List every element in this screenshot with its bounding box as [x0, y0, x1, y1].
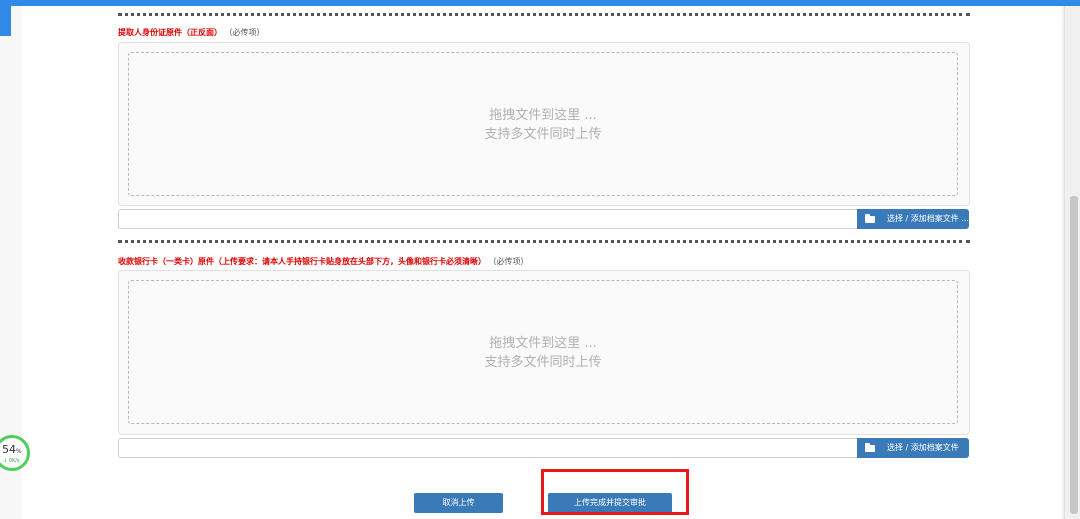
- app-window: 提取人身份证原件（正反面） （必传项） 拖拽文件到这里 ... 支持多文件同时上…: [0, 0, 1080, 519]
- drop-hint-line: 拖拽文件到这里 ...: [489, 108, 597, 123]
- id-card-file-row: 选择 / 添加档案文件 ...: [118, 209, 970, 229]
- id-card-file-input[interactable]: [118, 209, 857, 229]
- speed-rate: ↓ 0K/s: [3, 458, 20, 464]
- folder-open-icon: [865, 443, 875, 452]
- left-tab-marker[interactable]: [0, 6, 11, 36]
- id-card-drop-hint: 拖拽文件到这里 ... 支持多文件同时上传: [128, 106, 958, 144]
- required-note: （必传项）: [224, 28, 265, 37]
- bank-card-drop-hint: 拖拽文件到这里 ... 支持多文件同时上传: [128, 334, 958, 372]
- cancel-upload-button[interactable]: 取消上传: [414, 493, 503, 513]
- folder-open-icon: [865, 214, 875, 223]
- bank-card-upload-label: 收款银行卡（一类卡）原件（上传要求：请本人手持银行卡贴身放在头部下方，头像和银行…: [118, 256, 529, 267]
- browse-button-label: 选择 / 添加档案文件 ...: [887, 214, 969, 223]
- scrollbar-thumb[interactable]: [1070, 196, 1078, 514]
- bank-card-browse-button[interactable]: 选择 / 添加档案文件: [857, 438, 969, 458]
- required-label-text: 提取人身份证原件（正反面）: [118, 28, 222, 37]
- network-speed-widget[interactable]: 54% ↓ 0K/s: [0, 435, 34, 473]
- section-divider: [118, 240, 970, 243]
- drop-hint-line: 拖拽文件到这里 ...: [489, 336, 597, 351]
- required-note: （必传项）: [488, 257, 529, 266]
- id-card-browse-button[interactable]: 选择 / 添加档案文件 ...: [857, 209, 969, 229]
- required-label-text: 收款银行卡（一类卡）原件（上传要求：请本人手持银行卡贴身放在头部下方，头像和银行…: [118, 257, 486, 266]
- speed-percent-unit: %: [16, 448, 22, 455]
- drop-hint-subline: 支持多文件同时上传: [484, 355, 602, 370]
- bank-card-file-input[interactable]: [118, 438, 857, 458]
- bank-card-file-row: 选择 / 添加档案文件: [118, 438, 970, 458]
- speed-percent-value: 54: [2, 443, 16, 456]
- browse-button-label: 选择 / 添加档案文件: [887, 443, 959, 452]
- id-card-upload-label: 提取人身份证原件（正反面） （必传项）: [118, 27, 265, 38]
- drop-hint-subline: 支持多文件同时上传: [484, 127, 602, 142]
- speed-percent: 54%: [2, 443, 22, 456]
- section-divider: [118, 13, 970, 16]
- highlight-annotation: [541, 469, 689, 515]
